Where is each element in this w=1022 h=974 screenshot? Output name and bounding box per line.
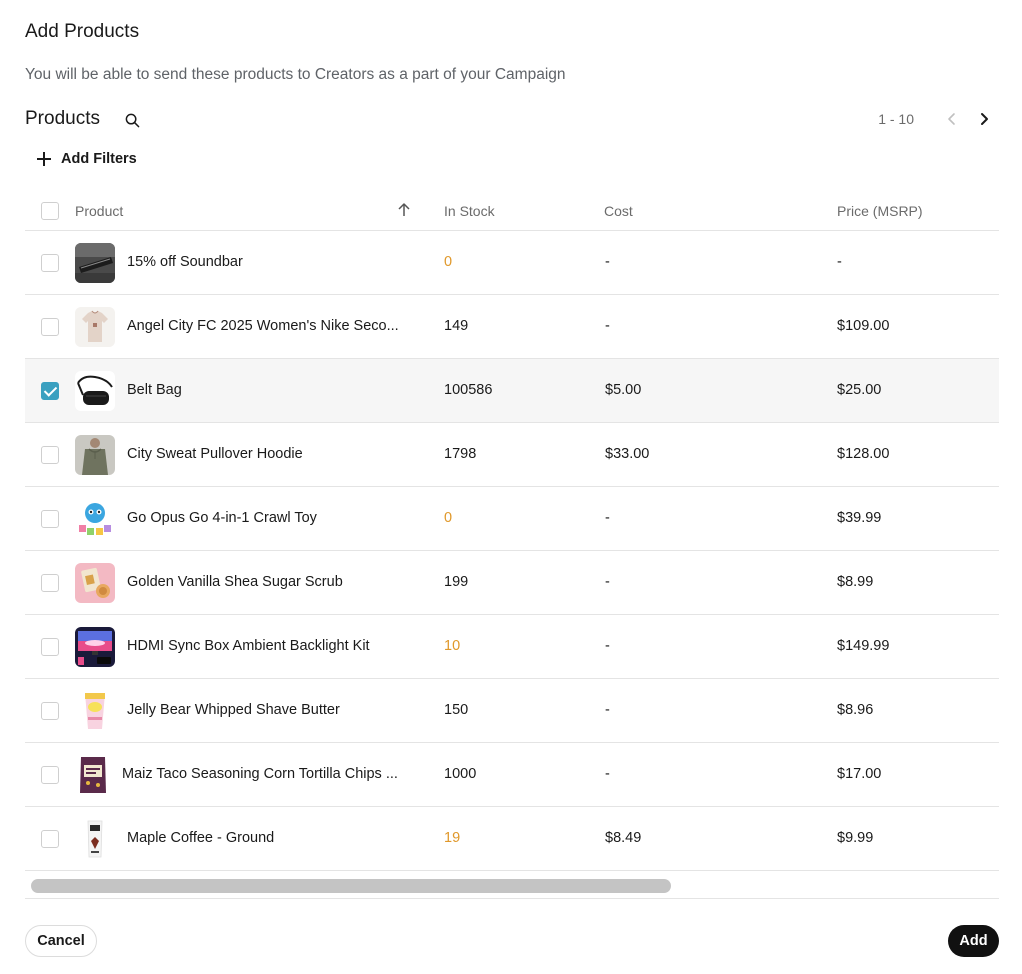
- product-thumbnail: [75, 819, 115, 859]
- price-value: $39.99: [837, 510, 882, 526]
- horizontal-scrollbar[interactable]: [25, 871, 999, 899]
- search-icon: [125, 113, 139, 127]
- row-checkbox[interactable]: [41, 446, 59, 464]
- price-value: $9.99: [837, 830, 874, 846]
- search-button[interactable]: [122, 110, 142, 130]
- column-header-price[interactable]: Price (MSRP): [837, 203, 923, 219]
- product-name: 15% off Soundbar: [127, 254, 243, 270]
- table-row[interactable]: Angel City FC 2025 Women's Nike Seco... …: [25, 295, 999, 359]
- in-stock-value: 199: [444, 574, 469, 590]
- product-thumbnail: [75, 499, 115, 539]
- table-header: Product In Stock Cost Price (MSRP): [25, 191, 999, 231]
- product-name: HDMI Sync Box Ambient Backlight Kit: [127, 638, 370, 654]
- in-stock-value: 0: [444, 510, 453, 526]
- product-name: City Sweat Pullover Hoodie: [127, 446, 303, 462]
- product-name: Angel City FC 2025 Women's Nike Seco...: [127, 318, 399, 334]
- table-row[interactable]: Belt Bag 100586 $5.00 $25.00: [25, 359, 999, 423]
- cost-value: $33.00: [605, 446, 650, 462]
- product-name: Golden Vanilla Shea Sugar Scrub: [127, 574, 343, 590]
- row-checkbox[interactable]: [41, 702, 59, 720]
- select-all-checkbox[interactable]: [41, 202, 59, 220]
- in-stock-value: 10: [444, 638, 461, 654]
- product-name: Maiz Taco Seasoning Corn Tortilla Chips …: [122, 766, 398, 782]
- price-value: $25.00: [837, 382, 882, 398]
- in-stock-value: 0: [444, 254, 453, 270]
- table-row[interactable]: 15% off Soundbar 0 - -: [25, 231, 999, 295]
- product-thumbnail: [75, 307, 115, 347]
- in-stock-value: 149: [444, 318, 469, 334]
- product-name: Maple Coffee - Ground: [127, 830, 275, 846]
- table-row[interactable]: Golden Vanilla Shea Sugar Scrub 199 - $8…: [25, 551, 999, 615]
- cost-value: -: [605, 510, 610, 526]
- next-page-button[interactable]: [974, 109, 994, 129]
- pagination-range: 1 - 10: [878, 111, 914, 127]
- price-value: $128.00: [837, 446, 890, 462]
- prev-page-button[interactable]: [942, 109, 962, 129]
- table-row[interactable]: Go Opus Go 4-in-1 Crawl Toy 0 - $39.99: [25, 487, 999, 551]
- plus-icon: [37, 152, 51, 166]
- cost-value: -: [605, 318, 610, 334]
- cost-value: -: [605, 254, 610, 270]
- in-stock-value: 19: [444, 830, 461, 846]
- row-checkbox[interactable]: [41, 830, 59, 848]
- table-row[interactable]: Maple Coffee - Ground 19 $8.49 $9.99: [25, 807, 999, 871]
- product-thumbnail: [75, 371, 115, 411]
- cost-value: -: [605, 766, 610, 782]
- product-name: Belt Bag: [127, 382, 182, 398]
- product-thumbnail: [75, 243, 115, 283]
- price-value: $8.99: [837, 574, 874, 590]
- price-value: $8.96: [837, 702, 874, 718]
- price-value: $149.99: [837, 638, 890, 654]
- scrollbar-thumb[interactable]: [31, 879, 671, 893]
- in-stock-value: 100586: [444, 382, 493, 398]
- cancel-button[interactable]: Cancel: [25, 925, 97, 957]
- price-value: -: [837, 254, 842, 270]
- chevron-right-icon: [981, 113, 988, 125]
- product-name: Go Opus Go 4-in-1 Crawl Toy: [127, 510, 317, 526]
- sort-ascending-icon[interactable]: [397, 202, 411, 218]
- product-name: Jelly Bear Whipped Shave Butter: [127, 702, 340, 718]
- cost-value: -: [605, 702, 610, 718]
- pagination: 1 - 10: [878, 108, 994, 130]
- products-section-title: Products: [25, 108, 100, 129]
- row-checkbox[interactable]: [41, 382, 59, 400]
- row-checkbox[interactable]: [41, 510, 59, 528]
- column-header-cost[interactable]: Cost: [604, 203, 633, 219]
- in-stock-value: 150: [444, 702, 469, 718]
- in-stock-value: 1798: [444, 446, 477, 462]
- product-thumbnail: [75, 691, 115, 731]
- table-row[interactable]: HDMI Sync Box Ambient Backlight Kit 10 -…: [25, 615, 999, 679]
- product-thumbnail: [75, 627, 115, 667]
- chevron-left-icon: [948, 113, 955, 125]
- table-row[interactable]: Jelly Bear Whipped Shave Butter 150 - $8…: [25, 679, 999, 743]
- column-header-product[interactable]: Product: [75, 203, 123, 219]
- table-row[interactable]: Maiz Taco Seasoning Corn Tortilla Chips …: [25, 743, 999, 807]
- column-header-in-stock[interactable]: In Stock: [444, 203, 495, 219]
- add-button[interactable]: Add: [948, 925, 999, 957]
- product-thumbnail: [75, 563, 115, 603]
- product-thumbnail: [75, 435, 115, 475]
- cost-value: $8.49: [605, 830, 642, 846]
- modal-subtitle: You will be able to send these products …: [25, 66, 566, 83]
- row-checkbox[interactable]: [41, 638, 59, 656]
- modal-title: Add Products: [25, 21, 140, 42]
- product-thumbnail: [77, 755, 109, 795]
- row-checkbox[interactable]: [41, 574, 59, 592]
- cost-value: $5.00: [605, 382, 642, 398]
- row-checkbox[interactable]: [41, 766, 59, 784]
- table-row[interactable]: City Sweat Pullover Hoodie 1798 $33.00 $…: [25, 423, 999, 487]
- cost-value: -: [605, 638, 610, 654]
- in-stock-value: 1000: [444, 766, 477, 782]
- row-checkbox[interactable]: [41, 254, 59, 272]
- add-filters-label: Add Filters: [61, 151, 137, 167]
- add-filters-button[interactable]: Add Filters: [37, 148, 137, 170]
- cost-value: -: [605, 574, 610, 590]
- row-checkbox[interactable]: [41, 318, 59, 336]
- products-table: Product In Stock Cost Price (MSRP) 15% o…: [25, 191, 999, 899]
- price-value: $17.00: [837, 766, 882, 782]
- price-value: $109.00: [837, 318, 890, 334]
